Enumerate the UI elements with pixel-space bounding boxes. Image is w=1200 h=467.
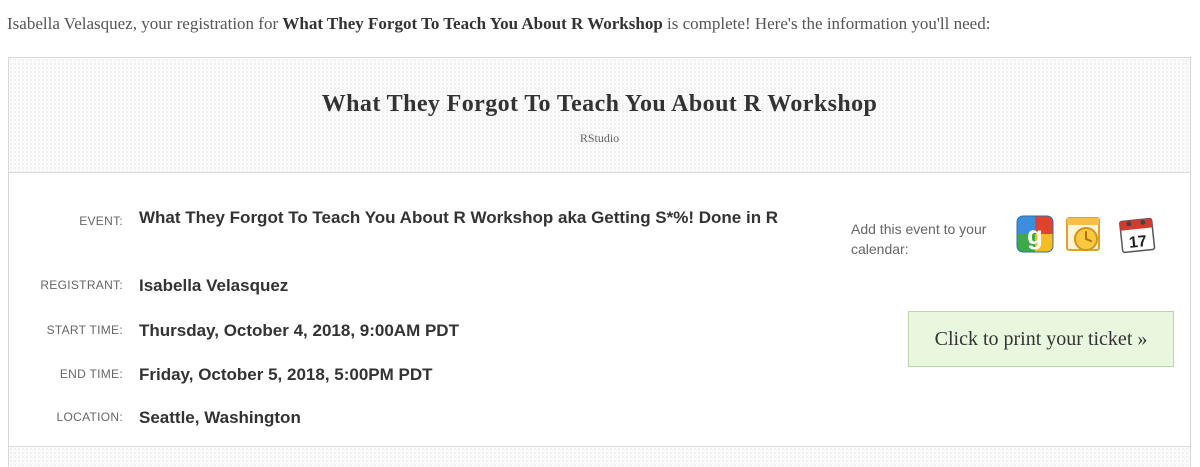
calendar-prompt: Add this event to your calendar: <box>851 221 987 257</box>
ical-day: 17 <box>1128 233 1148 252</box>
intro-event-name: What They Forgot To Teach You About R Wo… <box>282 14 663 33</box>
end-time-label: END TIME: <box>59 367 123 381</box>
print-ticket-button[interactable]: Click to print your ticket » <box>908 311 1174 367</box>
event-title: What They Forgot To Teach You About R Wo… <box>321 91 878 117</box>
outlook-calendar-icon[interactable] <box>1064 214 1104 254</box>
event-card-header: What They Forgot To Teach You About R Wo… <box>9 58 1190 173</box>
end-time-value: Friday, October 5, 2018, 5:00PM PDT <box>139 365 433 384</box>
ical-calendar-icon[interactable]: 17 <box>1117 214 1157 254</box>
event-label: EVENT: <box>79 214 123 228</box>
intro-suffix: is complete! Here's the information you'… <box>662 14 991 33</box>
event-value: What They Forgot To Teach You About R Wo… <box>139 208 779 227</box>
registrant-value: Isabella Velasquez <box>139 276 289 295</box>
svg-text:g: g <box>1027 220 1043 250</box>
location-label: LOCATION: <box>56 410 123 424</box>
registration-confirmation-text: Isabella Velasquez, your registration fo… <box>7 14 990 34</box>
organizer-name: RStudio <box>579 131 620 145</box>
event-card: What They Forgot To Teach You About R Wo… <box>8 57 1191 467</box>
registrant-label: REGISTRANT: <box>40 278 123 292</box>
start-time-label: START TIME: <box>46 323 123 337</box>
google-calendar-icon[interactable]: g <box>1015 214 1055 254</box>
intro-prefix: Isabella Velasquez, your registration fo… <box>7 14 283 33</box>
location-value: Seattle, Washington <box>139 408 301 427</box>
card-footer-strip <box>9 447 1190 467</box>
start-time-value: Thursday, October 4, 2018, 9:00AM PDT <box>139 321 459 340</box>
